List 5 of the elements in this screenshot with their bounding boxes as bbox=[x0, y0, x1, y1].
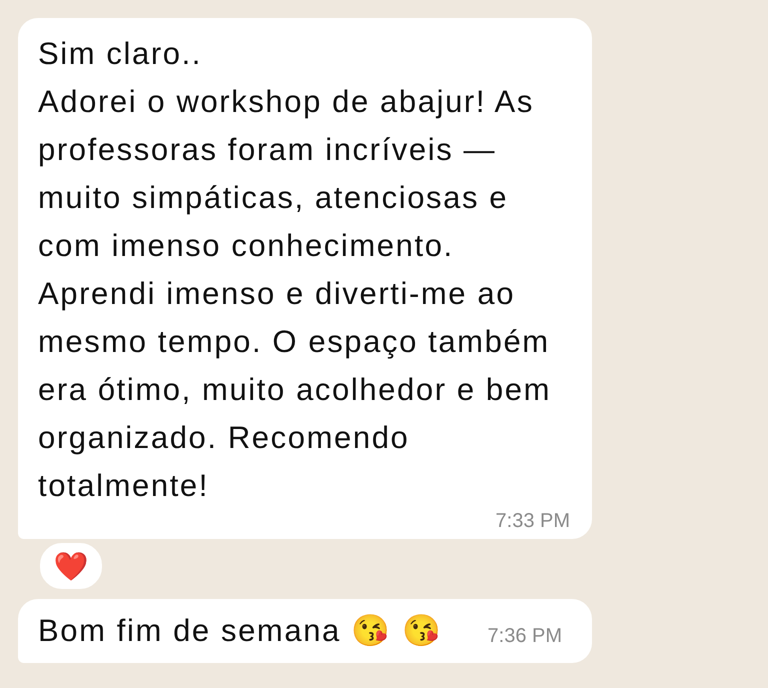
message-time: 7:36 PM bbox=[488, 624, 562, 648]
message-text: Bom fim de semana 😘 😘 bbox=[38, 612, 442, 650]
reaction-badge[interactable]: ❤ bbox=[38, 541, 104, 591]
message-text: Sim claro.. Adorei o workshop de abajur! As professoras foram incríveis — muito simpáticas, atenciosas e com imenso conhecimento. Aprendi imenso e diverti-me ao mesmo tempo. O espaço também era ótimo, muito acolhedor e bem organizado. Recomendo totalmente! bbox=[38, 35, 552, 505]
message-time: 7:33 PM bbox=[496, 510, 570, 533]
